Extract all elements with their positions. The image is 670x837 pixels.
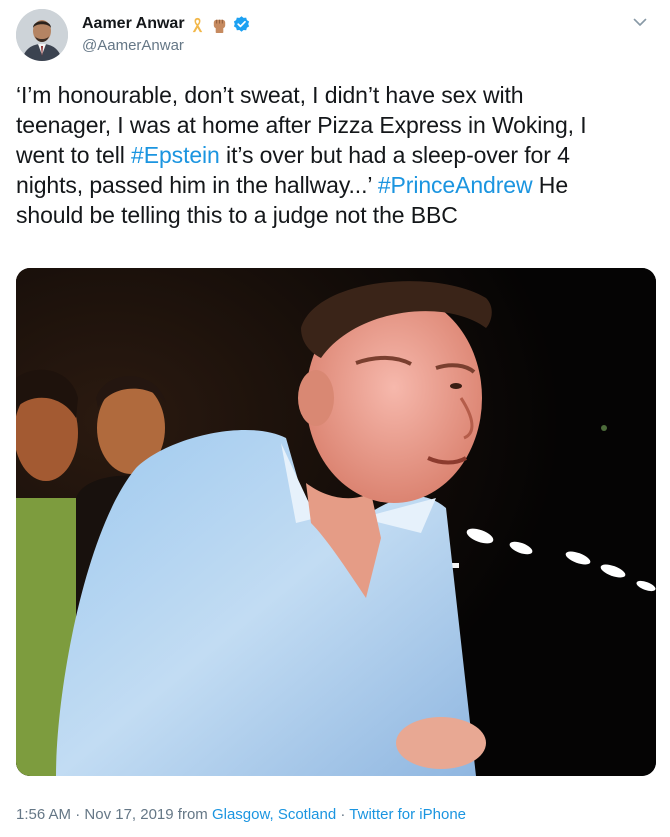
tweet-source-link[interactable]: Twitter for iPhone — [349, 806, 466, 823]
tweet-text-line: teenager, I was at home after Pizza Expr… — [16, 110, 651, 140]
tweet-text: ‘I’m honourable, don’t sweat, I didn’t h… — [16, 80, 651, 230]
tweet-date[interactable]: Nov 17, 2019 — [84, 806, 173, 823]
tweet-text-segment: He — [532, 172, 569, 198]
tweet-card: Aamer Anwar @AamerAnwar ‘I’m honourable,… — [0, 0, 670, 837]
separator: · — [71, 806, 85, 823]
author-handle[interactable]: @AamerAnwar — [82, 37, 184, 54]
display-name[interactable]: Aamer Anwar — [82, 15, 185, 33]
hashtag-link[interactable]: #PrinceAndrew — [378, 172, 533, 198]
separator: · — [336, 806, 350, 823]
tweet-text-segment: teenager, I was at home after Pizza Expr… — [16, 112, 587, 138]
tweet-text-line: went to tell #Epstein it’s over but had … — [16, 140, 651, 170]
from-label: from — [173, 806, 212, 823]
awareness-ribbon-icon — [188, 15, 207, 34]
tweet-text-segment: went to tell — [16, 142, 132, 168]
tweet-text-segment: nights, passed him in the hallway...’ — [16, 172, 378, 198]
tweet-text-segment: should be telling this to a judge not th… — [16, 202, 458, 228]
chevron-down-icon[interactable] — [628, 10, 652, 34]
tweet-text-line: ‘I’m honourable, don’t sweat, I didn’t h… — [16, 80, 651, 110]
tweet-text-segment: it’s over but had a sleep-over for 4 — [219, 142, 570, 168]
author-name-row[interactable]: Aamer Anwar — [82, 13, 251, 35]
avatar[interactable] — [16, 9, 68, 61]
tweet-text-line: nights, passed him in the hallway...’ #P… — [16, 170, 651, 200]
tweet-metadata: 1:56 AM · Nov 17, 2019 from Glasgow, Sco… — [16, 806, 466, 823]
hashtag-link[interactable]: #Epstein — [131, 142, 220, 168]
tweet-location-link[interactable]: Glasgow, Scotland — [212, 806, 336, 823]
tweet-photo[interactable] — [16, 268, 656, 776]
tweet-time[interactable]: 1:56 AM — [16, 806, 71, 823]
raised-fist-icon — [210, 15, 229, 34]
tweet-text-segment: ‘I’m honourable, don’t sweat, I didn’t h… — [16, 82, 524, 108]
verified-badge-icon — [232, 15, 251, 34]
tweet-text-line: should be telling this to a judge not th… — [16, 200, 651, 230]
